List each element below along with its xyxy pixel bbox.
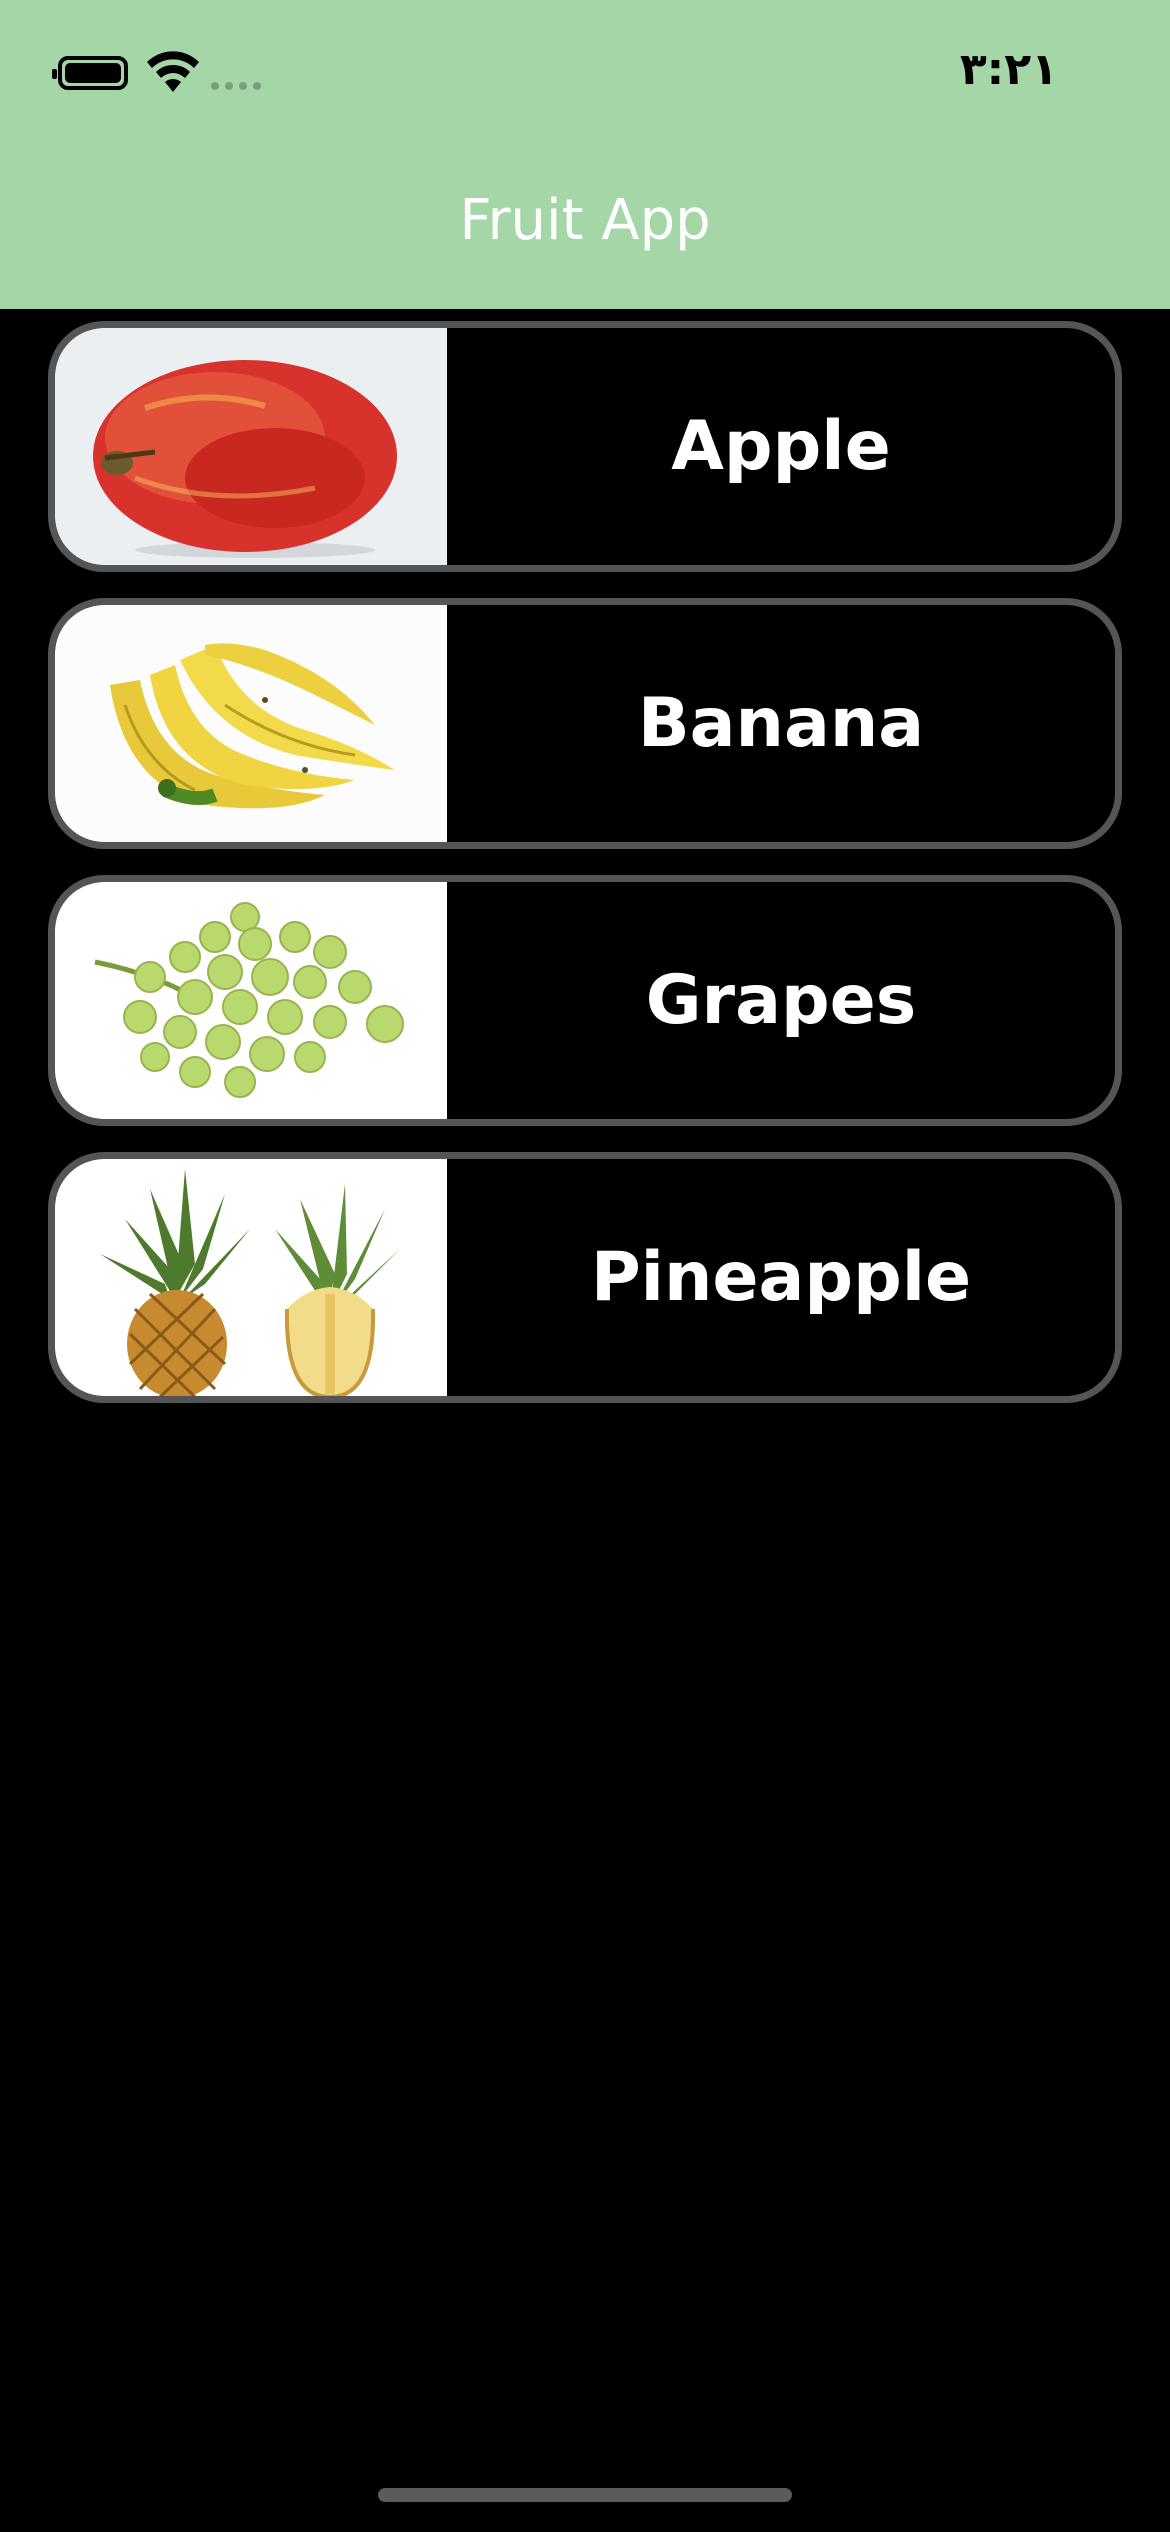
- home-indicator[interactable]: [378, 2488, 792, 2502]
- page-title: Fruit App: [459, 188, 711, 253]
- fruit-card-apple[interactable]: Apple: [48, 321, 1122, 572]
- status-bar: ٣:٢١: [0, 0, 1170, 150]
- pineapple-image: [55, 1159, 447, 1396]
- fruit-label: Pineapple: [590, 1238, 972, 1317]
- fruit-list: Apple Banana Grapes Pineapple: [48, 321, 1122, 1429]
- fruit-label: Grapes: [645, 961, 917, 1040]
- fruit-label: Banana: [637, 684, 925, 763]
- grapes-image: [55, 882, 447, 1119]
- signal-icon: [211, 82, 261, 90]
- wifi-icon: [147, 51, 199, 92]
- fruit-card-pineapple[interactable]: Pineapple: [48, 1152, 1122, 1403]
- fruit-card-banana[interactable]: Banana: [48, 598, 1122, 849]
- status-time: ٣:٢١: [959, 44, 1058, 95]
- screen: ٣:٢١ Fruit App Apple Banana Grapes Pinea…: [0, 0, 1170, 2532]
- app-header: ٣:٢١ Fruit App: [0, 0, 1170, 309]
- apple-image: [55, 328, 447, 565]
- fruit-label: Apple: [671, 407, 891, 486]
- fruit-card-grapes[interactable]: Grapes: [48, 875, 1122, 1126]
- banana-image: [55, 605, 447, 842]
- battery-icon: [52, 56, 128, 90]
